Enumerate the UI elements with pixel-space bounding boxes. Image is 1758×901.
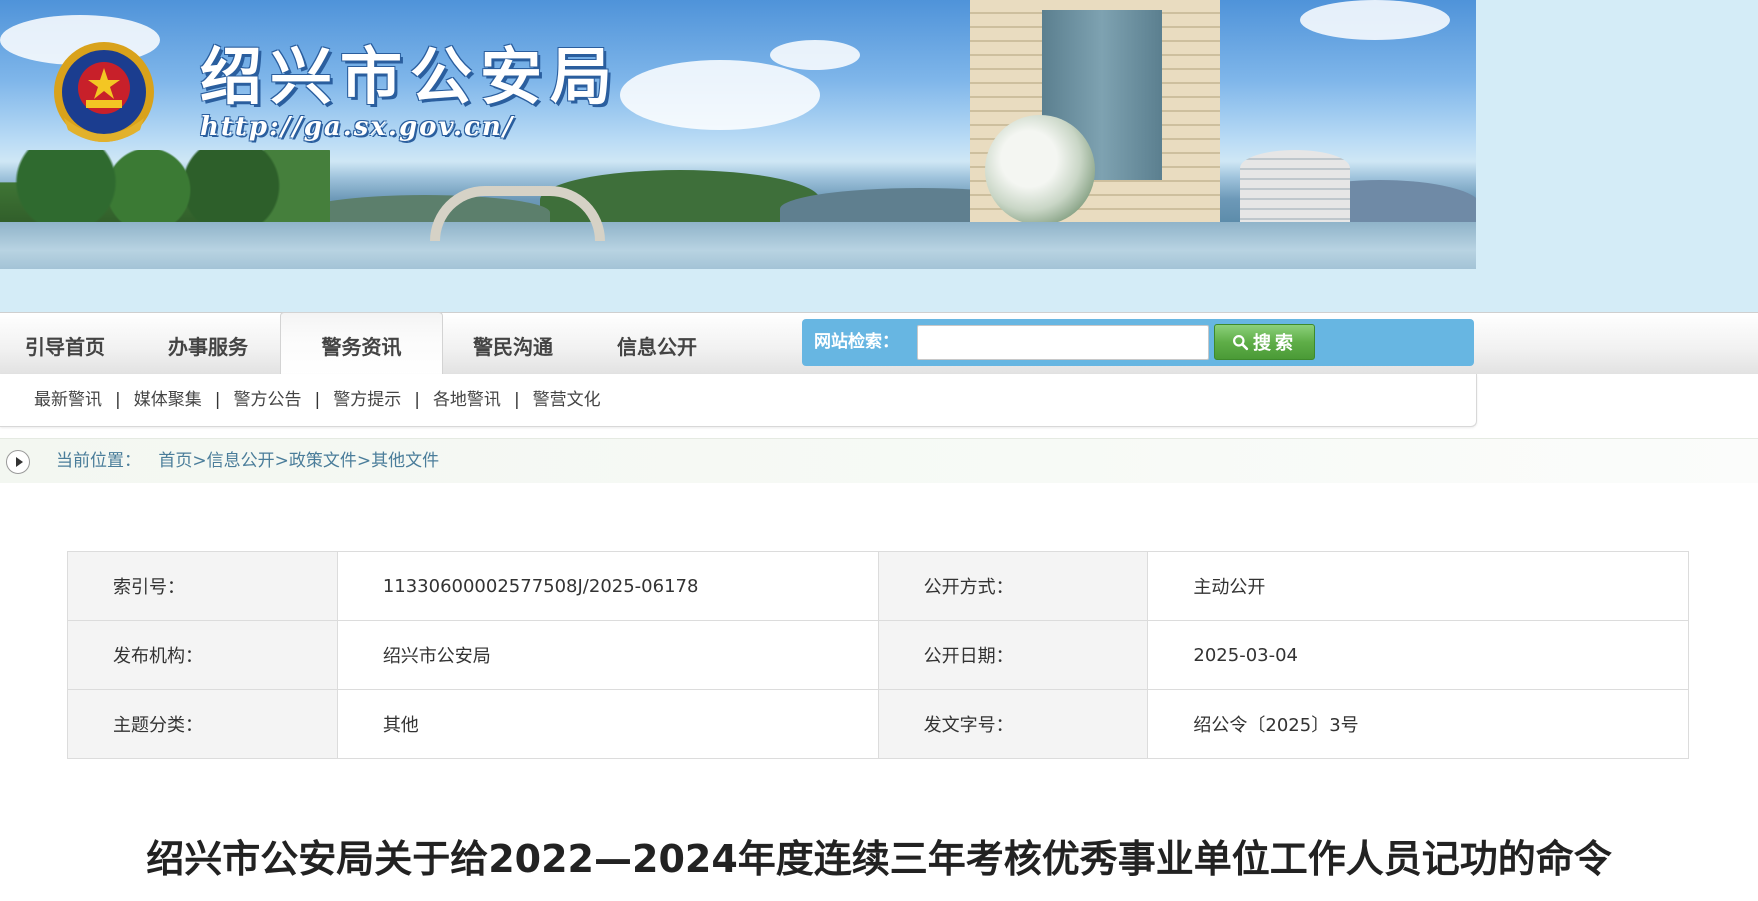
cloud	[620, 60, 820, 130]
breadcrumb-other-files[interactable]: 其他文件	[371, 451, 439, 471]
label-publish-date: 公开日期：	[877, 620, 1149, 690]
search-label: 网站检索：	[814, 332, 899, 352]
value-disclosure-method: 主动公开	[1147, 551, 1689, 621]
breadcrumb-home[interactable]: 首页	[158, 451, 192, 471]
subnav-item-tips[interactable]: 警方提示	[333, 390, 401, 410]
trees	[0, 150, 330, 230]
breadcrumb-info-disclosure[interactable]: 信息公开	[207, 451, 275, 471]
breadcrumb-separator: >	[192, 451, 207, 471]
document-info-table: 索引号： 11330600002577508J/2025-06178 公开方式：…	[67, 551, 1689, 759]
label-index-no: 索引号：	[67, 551, 338, 621]
nav-item-police-news[interactable]: 警务资讯	[280, 312, 443, 376]
breadcrumb: 当前位置： 首页>信息公开>政策文件>其他文件	[0, 438, 1758, 483]
arch-bridge	[430, 186, 605, 241]
value-publisher: 绍兴市公安局	[336, 620, 879, 690]
subnav-separator: |	[214, 390, 221, 410]
value-topic: 其他	[336, 689, 879, 759]
sub-nav: 最新警讯 | 媒体聚集 | 警方公告 | 警方提示 | 各地警讯 | 警营文化	[0, 374, 1477, 427]
table-row: 索引号： 11330600002577508J/2025-06178 公开方式：…	[67, 551, 1689, 621]
breadcrumb-separator: >	[356, 451, 372, 471]
breadcrumb-separator: >	[274, 451, 289, 471]
cloud	[1300, 0, 1450, 40]
header-banner: 绍兴市公安局 http://ga.sx.gov.cn/	[0, 0, 1758, 312]
search-button-label: 搜索	[1253, 333, 1297, 354]
police-emblem-icon	[54, 42, 154, 142]
nav-item-home[interactable]: 引导首页	[0, 313, 130, 375]
value-document-number: 绍公令〔2025〕3号	[1147, 689, 1689, 759]
subnav-item-local-news[interactable]: 各地警讯	[433, 390, 501, 410]
subnav-item-announcements[interactable]: 警方公告	[233, 390, 301, 410]
breadcrumb-prefix: 当前位置：	[56, 451, 141, 471]
site-title: 绍兴市公安局	[200, 40, 621, 113]
search-bar: 网站检索： 搜索	[802, 319, 1474, 366]
label-document-number: 发文字号：	[877, 689, 1149, 759]
search-input[interactable]	[917, 325, 1209, 360]
play-arrow-icon	[6, 450, 30, 474]
table-row: 发布机构： 绍兴市公安局 公开日期： 2025-03-04	[67, 620, 1689, 690]
subnav-item-latest-news[interactable]: 最新警讯	[34, 390, 102, 410]
nav-item-info-disclosure[interactable]: 信息公开	[592, 313, 722, 375]
breadcrumb-policy-files[interactable]: 政策文件	[289, 451, 357, 471]
cloud	[770, 40, 860, 70]
label-topic: 主题分类：	[67, 689, 338, 759]
search-button[interactable]: 搜索	[1214, 324, 1315, 360]
subnav-separator: |	[115, 390, 121, 410]
nav-item-communication[interactable]: 警民沟通	[448, 313, 578, 375]
value-index-no: 11330600002577508J/2025-06178	[336, 551, 879, 621]
subnav-item-media[interactable]: 媒体聚集	[134, 390, 202, 410]
lake	[0, 222, 1476, 269]
value-publish-date: 2025-03-04	[1147, 620, 1689, 690]
label-disclosure-method: 公开方式：	[877, 551, 1149, 621]
tree	[985, 115, 1095, 225]
site-url: http://ga.sx.gov.cn/	[200, 112, 515, 142]
subnav-item-culture[interactable]: 警营文化	[533, 390, 601, 410]
subnav-separator: |	[513, 390, 520, 410]
subnav-separator: |	[414, 390, 420, 410]
nav-item-services[interactable]: 办事服务	[143, 313, 273, 375]
magnifier-icon	[1233, 334, 1249, 350]
subnav-separator: |	[314, 390, 321, 410]
label-publisher: 发布机构：	[67, 620, 338, 690]
table-row: 主题分类： 其他 发文字号： 绍公令〔2025〕3号	[67, 689, 1689, 759]
article-title: 绍兴市公安局关于给2022—2024年度连续三年考核优秀事业单位工作人员记功的命…	[146, 837, 1612, 881]
